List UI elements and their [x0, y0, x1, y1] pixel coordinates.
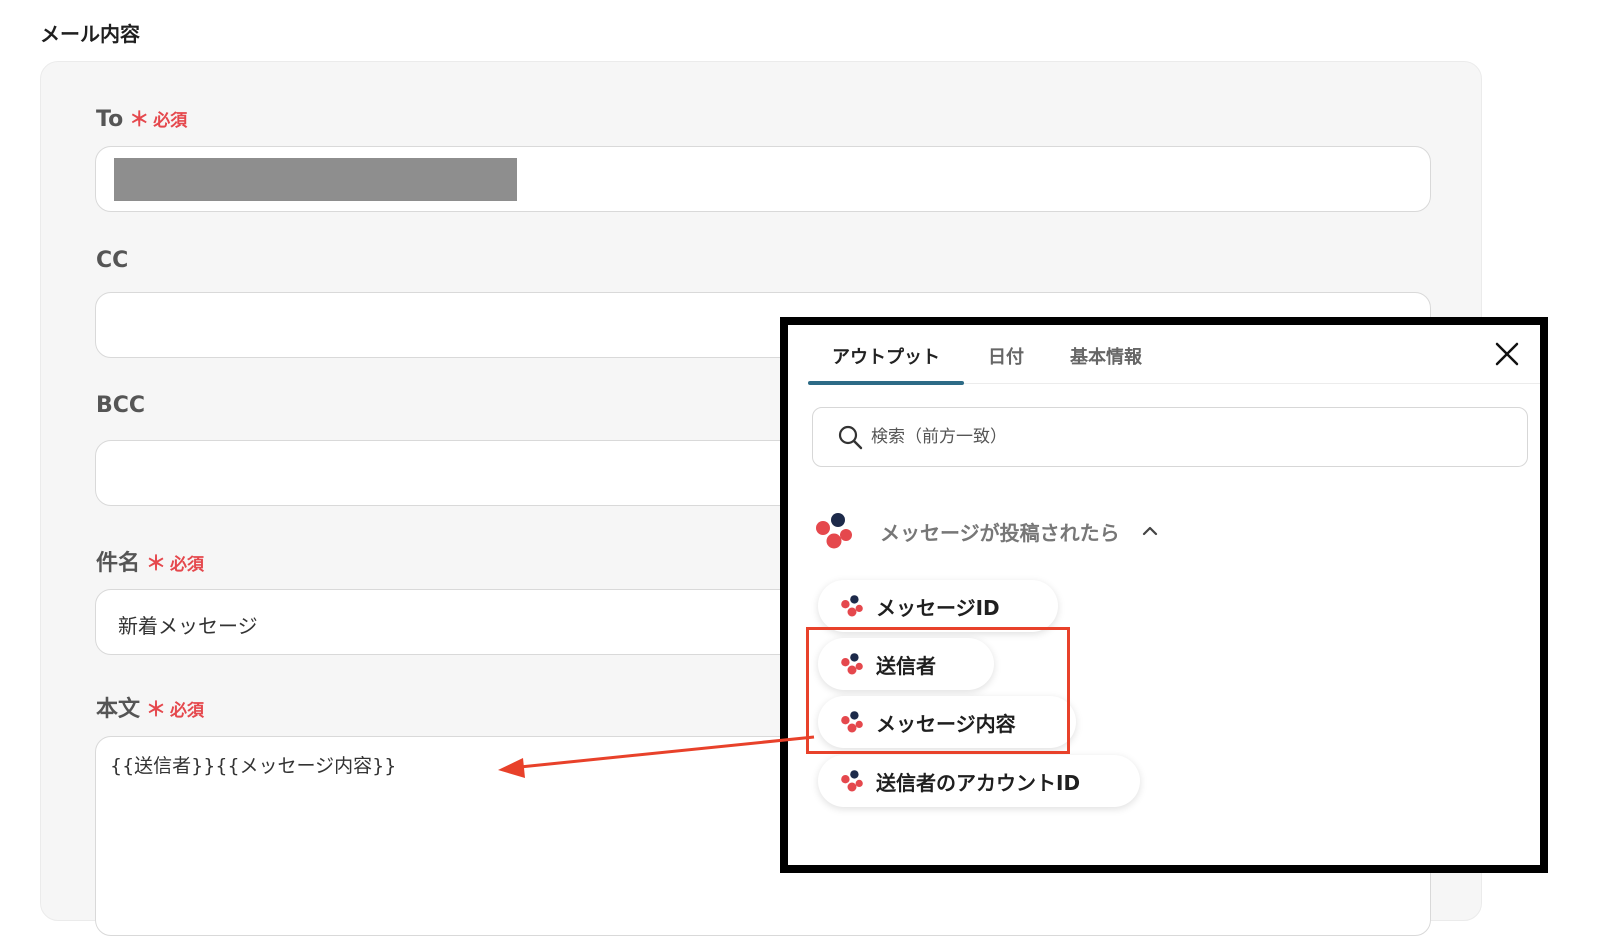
app-logo-icon [841, 711, 863, 733]
output-item-label: メッセージID [876, 595, 1000, 620]
to-label-text: To [96, 107, 124, 132]
required-mark: ＊ [129, 107, 150, 131]
subject-label: 件名 ＊ 必須 [96, 545, 204, 577]
redacted-value [114, 158, 517, 201]
group-header[interactable]: メッセージが投稿されたら [814, 511, 1158, 551]
search-box[interactable] [812, 407, 1528, 467]
output-item-sender-account-id[interactable]: 送信者のアカウントID [818, 755, 1140, 807]
cc-label: CC [96, 248, 128, 273]
required-text: 必須 [170, 555, 205, 575]
close-icon[interactable] [1492, 339, 1522, 369]
required-text: 必須 [153, 111, 188, 131]
active-tab-indicator [808, 381, 964, 385]
body-label-text: 本文 [96, 697, 141, 722]
search-icon [838, 425, 863, 450]
app-logo-icon [841, 653, 863, 675]
to-label: To ＊ 必須 [96, 103, 187, 132]
required-text: 必須 [170, 701, 205, 721]
output-item-sender[interactable]: 送信者 [818, 638, 994, 690]
tab-output[interactable]: アウトプット [832, 343, 940, 383]
output-item-label: 送信者のアカウントID [876, 770, 1081, 795]
tab-basic-info[interactable]: 基本情報 [1070, 343, 1142, 383]
output-item-message-content[interactable]: メッセージ内容 [818, 696, 1076, 748]
search-input[interactable] [869, 426, 1473, 448]
output-picker-popup: アウトプット 日付 基本情報 メッセージが投稿されたら メッセージI [780, 317, 1548, 873]
subject-label-text: 件名 [96, 551, 141, 576]
section-title: メール内容 [40, 22, 140, 46]
output-item-label: 送信者 [876, 653, 936, 678]
chevron-up-icon[interactable] [1142, 523, 1158, 539]
tab-date[interactable]: 日付 [988, 343, 1024, 383]
required-mark: ＊ [146, 697, 167, 721]
cc-label-text: CC [96, 248, 129, 273]
required-mark: ＊ [146, 551, 167, 575]
body-label: 本文 ＊ 必須 [96, 691, 204, 723]
app-logo-icon [841, 770, 863, 792]
app-logo-icon [841, 595, 863, 617]
to-field[interactable] [95, 146, 1431, 212]
bcc-label: BCC [96, 393, 145, 418]
body-value: {{送信者}}{{メッセージ内容}} [110, 755, 397, 777]
output-item-message-id[interactable]: メッセージID [818, 580, 1058, 632]
app-logo-icon [816, 513, 852, 549]
group-title: メッセージが投稿されたら [880, 520, 1120, 545]
subject-value: 新着メッセージ [118, 614, 258, 638]
output-item-label: メッセージ内容 [876, 711, 1016, 736]
bcc-label-text: BCC [96, 393, 146, 418]
popup-tabs: アウトプット 日付 基本情報 [808, 333, 1540, 385]
